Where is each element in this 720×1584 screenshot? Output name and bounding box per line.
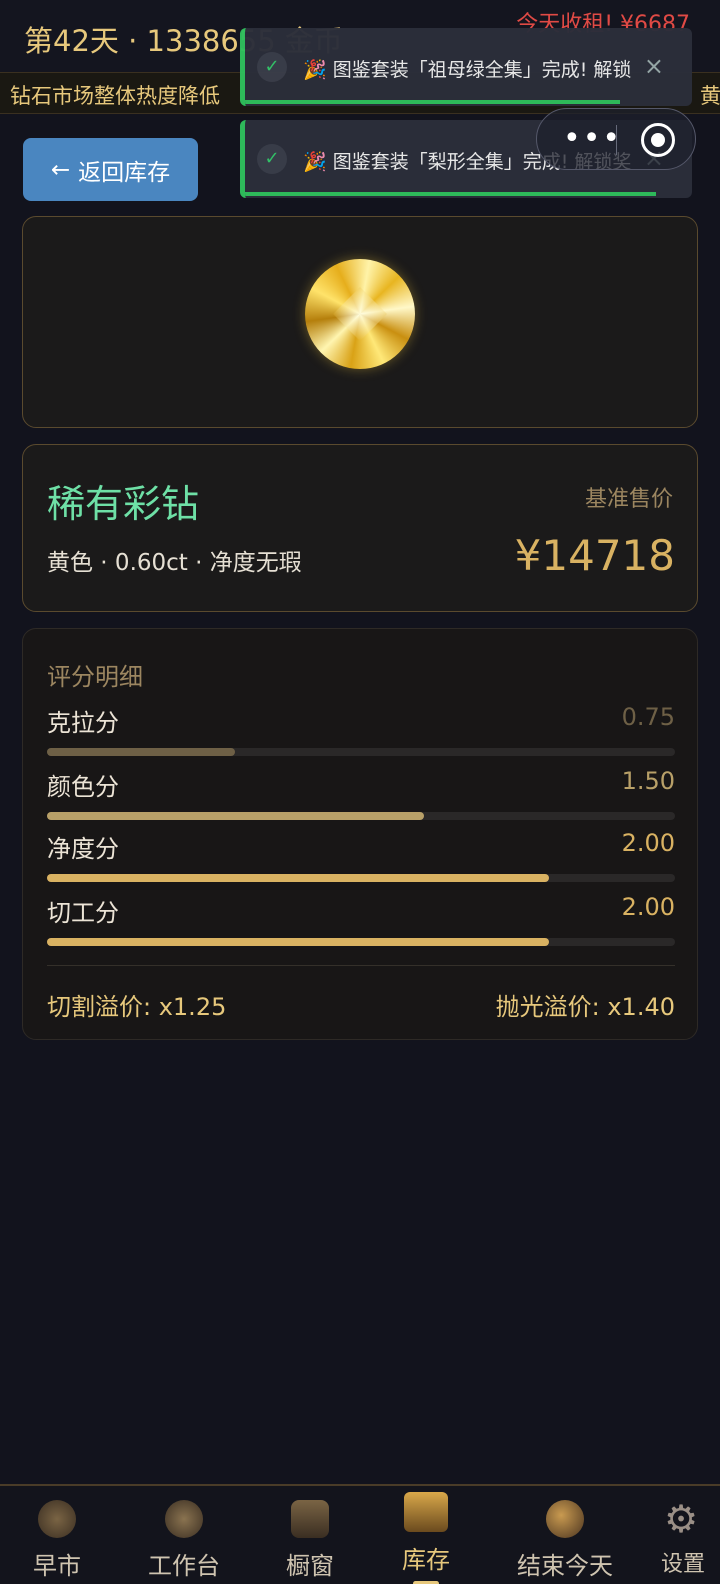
back-to-inventory-button[interactable]: ← 返回库存 [23, 138, 198, 201]
score-row-cut: 切工分 2.00 [47, 893, 675, 949]
nav-label: 库存 [402, 1546, 450, 1574]
nav-item-showcase[interactable]: 橱窗 [258, 1486, 362, 1584]
treasure-chest-icon [404, 1492, 448, 1532]
bottom-navigation: 早市 工作台 橱窗 库存 结束今天 ⚙ 设置 [0, 1484, 720, 1584]
score-value: 0.75 [621, 703, 675, 731]
score-bar-fill [47, 812, 424, 820]
back-button-label: 返回库存 [78, 159, 171, 186]
more-options-icon[interactable]: ••• [563, 121, 622, 156]
nav-label: 设置 [660, 1552, 705, 1577]
nav-item-workbench[interactable]: 工作台 [122, 1486, 246, 1584]
arrow-left-icon: ← [50, 156, 71, 183]
showcase-icon [291, 1500, 329, 1538]
score-value: 2.00 [621, 829, 675, 857]
market-icon [38, 1500, 76, 1538]
ticker-text: 钻石市场整体热度降低 [10, 84, 220, 108]
score-bar-track [47, 938, 675, 946]
close-miniprogram-icon[interactable] [641, 123, 675, 157]
cut-premium: 切割溢价: x1.25 [47, 993, 227, 1021]
score-bar-track [47, 812, 675, 820]
nav-label: 工作台 [148, 1552, 220, 1580]
score-bar-fill [47, 748, 236, 756]
check-icon: ✓ [257, 144, 287, 174]
nav-item-inventory[interactable]: 库存 [374, 1486, 478, 1584]
score-bar-fill [47, 874, 550, 882]
polish-premium: 抛光溢价: x1.40 [495, 993, 675, 1021]
score-row-carat: 克拉分 0.75 [47, 703, 675, 759]
ticker-text-next: 黄 [700, 84, 720, 108]
score-label: 切工分 [47, 899, 119, 927]
toast-progress [245, 192, 657, 196]
score-bar-track [47, 748, 675, 756]
gear-icon: ⚙ [663, 1497, 699, 1541]
nav-label: 结束今天 [517, 1552, 613, 1580]
score-breakdown-panel: 评分明细 克拉分 0.75 颜色分 1.50 净度分 2.00 切工分 2.00… [22, 628, 698, 1040]
gem-image-panel [22, 216, 698, 428]
miniprogram-capsule: ••• [536, 108, 696, 170]
price-label: 基准售价 [584, 487, 673, 512]
close-icon[interactable]: × [644, 52, 664, 80]
check-icon: ✓ [257, 52, 287, 82]
score-bar-fill [47, 938, 550, 946]
toast-progress [245, 100, 621, 104]
score-value: 1.50 [621, 767, 675, 795]
gem-type: 稀有彩钻 [47, 482, 200, 526]
score-label: 克拉分 [47, 709, 119, 737]
score-row-clarity: 净度分 2.00 [47, 829, 675, 885]
score-bar-track [47, 874, 675, 882]
score-label: 净度分 [47, 835, 119, 863]
achievement-toast[interactable]: ✓ 🎉 图鉴套装「祖母绿全集」完成! 解锁 × [240, 28, 692, 106]
nav-item-market[interactable]: 早市 [0, 1486, 114, 1584]
moon-icon [546, 1500, 584, 1538]
nav-label: 早市 [33, 1552, 81, 1580]
gem-info-panel: 稀有彩钻 基准售价 黄色 · 0.60ct · 净度无瑕 ¥14718 [22, 444, 698, 612]
score-label: 颜色分 [47, 773, 119, 801]
toast-message: 🎉 图鉴套装「祖母绿全集」完成! 解锁 [303, 59, 632, 81]
score-title: 评分明细 [47, 663, 143, 691]
base-price: ¥14718 [514, 531, 675, 580]
score-value: 2.00 [621, 893, 675, 921]
yellow-diamond-image [305, 259, 415, 369]
nav-item-end-day[interactable]: 结束今天 [500, 1486, 630, 1584]
score-row-color: 颜色分 1.50 [47, 767, 675, 823]
gem-description: 黄色 · 0.60ct · 净度无瑕 [47, 550, 302, 576]
workbench-icon [165, 1500, 203, 1538]
nav-item-settings[interactable]: ⚙ 设置 [646, 1486, 720, 1584]
capsule-divider [616, 125, 617, 155]
nav-label: 橱窗 [286, 1552, 334, 1580]
divider [47, 965, 675, 966]
